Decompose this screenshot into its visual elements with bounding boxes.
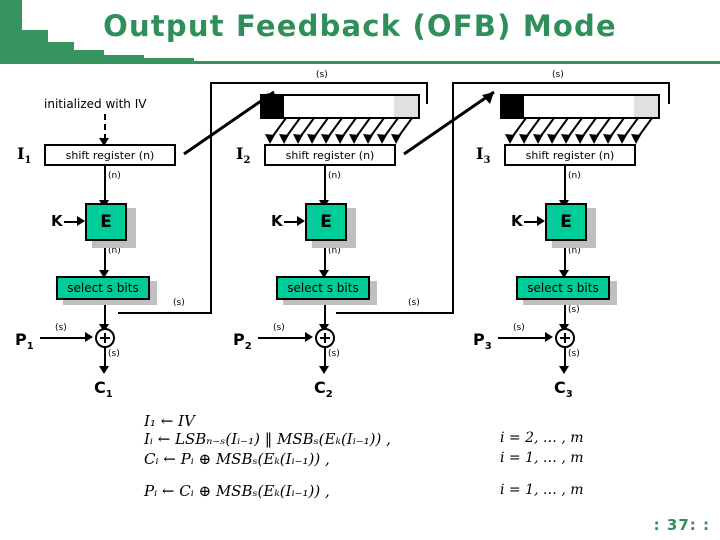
- stage-1-key-line: [64, 221, 78, 223]
- stage-3-strip-discard-bits: [634, 96, 658, 117]
- stage-3-plaintext-line: [498, 337, 546, 339]
- stage-3-key-label: K: [511, 212, 523, 230]
- init-dashed-line: [104, 114, 106, 140]
- stage-3-ciphertext-letter: C: [554, 378, 566, 397]
- stage-2-to-3-connector: [403, 90, 495, 156]
- stage-1-key-label: K: [51, 212, 63, 230]
- stage-1-plaintext-letter: P: [15, 330, 27, 349]
- slide-header: Output Feedback (OFB) Mode: [0, 0, 720, 64]
- stage-1-plaintext-arrow: [85, 332, 93, 342]
- stage-3-xor-gate: [555, 328, 575, 348]
- stage-1-width-n-top: (n): [108, 171, 121, 181]
- feedback-path-2-right: [668, 82, 670, 104]
- feedback-path-2-top: [452, 82, 670, 84]
- stage-2-key-arrow: [297, 216, 305, 226]
- feedback-path-2-bottom: [336, 312, 454, 314]
- stage-2-ciphertext-letter: C: [314, 378, 326, 397]
- formula-line-4-condition: i = 1, … , m: [500, 482, 584, 498]
- stage-2-plaintext-arrow: [305, 332, 313, 342]
- stage-1-plaintext-line: [40, 337, 86, 339]
- stage-3-output-width: (s): [568, 349, 580, 359]
- stage-3-feedback-width: (s): [568, 305, 580, 315]
- stage-1-plaintext-width: (s): [55, 323, 67, 333]
- formula-line-3: Cᵢ ← Pᵢ ⊕ MSBₛ(Eₖ(Iᵢ₋₁)) ,: [144, 450, 330, 468]
- stage-2-xor-gate: [315, 328, 335, 348]
- feedback-path-1-bottom: [118, 312, 212, 314]
- header-rule: [0, 61, 720, 64]
- stage-3-strip-new-bits: [502, 96, 524, 117]
- stage-2-shift-register: shift register (n): [264, 144, 396, 166]
- stage-1-ciphertext-sub: 1: [105, 389, 113, 401]
- stage-1-ciphertext-label: C1: [94, 378, 113, 400]
- stage-2-select-block: select s bits: [276, 276, 370, 300]
- init-note: initialized with IV: [44, 97, 147, 111]
- stage-2-xor-to-cipher-arrow: [319, 366, 329, 374]
- stage-1-feedback-width: (s): [173, 298, 185, 308]
- feedback-label-2: (s): [552, 70, 564, 80]
- stage-3-strip-retained-bits: [524, 96, 634, 117]
- stage-3-plaintext-width: (s): [513, 323, 525, 333]
- stage-1-cipher-block: E: [85, 203, 127, 241]
- stage-2-cipher-block: E: [305, 203, 347, 241]
- stage-3-plaintext-label: P3: [473, 330, 492, 352]
- stage-2-plaintext-label: P2: [233, 330, 252, 352]
- stage-2-plaintext-width: (s): [273, 323, 285, 333]
- formula-line-2-condition: i = 2, … , m: [500, 430, 584, 446]
- stage-1-plaintext-sub: 1: [26, 341, 34, 353]
- stage-2-key-label: K: [271, 212, 283, 230]
- formula-line-2: Iᵢ ← LSBₙ₋ₛ(Iᵢ₋₁) ‖ MSBₛ(Eₖ(Iᵢ₋₁)) ,: [144, 430, 391, 448]
- stage-2-strip-retained-bits: [284, 96, 394, 117]
- feedback-path-1-top: [210, 82, 428, 84]
- stage-1-plaintext-label: P1: [15, 330, 34, 352]
- feedback-label-1: (s): [316, 70, 328, 80]
- header-step-3: [48, 42, 74, 62]
- stage-3-shift-register: shift register (n): [504, 144, 636, 166]
- stage-3-key-arrow: [537, 216, 545, 226]
- stage-3-reg-to-e-line: [564, 166, 566, 204]
- stage-1-ciphertext-letter: C: [94, 378, 106, 397]
- stage-2-feedback-width: (s): [408, 298, 420, 308]
- formula-line-4: Pᵢ ← Cᵢ ⊕ MSBₛ(Eₖ(Iᵢ₋₁)) ,: [144, 482, 330, 500]
- stage-1-input-sub: 1: [24, 155, 32, 167]
- stage-1-reg-to-e-line: [104, 166, 106, 204]
- stage-3-select-block: select s bits: [516, 276, 610, 300]
- stage-3-cipher-block: E: [545, 203, 587, 241]
- stage-2-reg-to-e-line: [324, 166, 326, 204]
- stage-1-shift-register: shift register (n): [44, 144, 176, 166]
- stage-2-ciphertext-sub: 2: [325, 389, 333, 401]
- stage-2-output-width: (s): [328, 349, 340, 359]
- page-title: Output Feedback (OFB) Mode: [103, 9, 617, 43]
- stage-2-ciphertext-label: C2: [314, 378, 333, 400]
- stage-2-plaintext-line: [258, 337, 306, 339]
- stage-3-xor-to-cipher-arrow: [559, 366, 569, 374]
- slide-canvas: Output Feedback (OFB) Mode (s) (s) initi…: [0, 0, 720, 540]
- formula-line-1: I₁ ← IV: [144, 412, 195, 430]
- stage-3-ciphertext-sub: 3: [565, 389, 573, 401]
- page-number: : 37: :: [653, 516, 710, 534]
- stage-3-plaintext-arrow: [545, 332, 553, 342]
- stage-3-register-strip: [500, 94, 660, 119]
- stage-3-shift-hatch: [505, 118, 653, 144]
- stage-3-ciphertext-label: C3: [554, 378, 573, 400]
- formula-line-3-condition: i = 1, … , m: [500, 450, 584, 466]
- stage-1-key-arrow: [77, 216, 85, 226]
- stage-3-plaintext-letter: P: [473, 330, 485, 349]
- stage-3-plaintext-sub: 3: [484, 341, 492, 353]
- stage-2-width-n-top: (n): [328, 171, 341, 181]
- stage-1-xor-gate: [95, 328, 115, 348]
- stage-2-key-line: [284, 221, 298, 223]
- stage-3-width-n-top: (n): [568, 171, 581, 181]
- stage-2-plaintext-letter: P: [233, 330, 245, 349]
- stage-1-select-block: select s bits: [56, 276, 150, 300]
- stage-3-key-line: [524, 221, 538, 223]
- stage-1-input-label: I1: [17, 144, 31, 166]
- stage-1-output-width: (s): [108, 349, 120, 359]
- stage-1-xor-to-cipher-arrow: [99, 366, 109, 374]
- stage-2-plaintext-sub: 2: [244, 341, 252, 353]
